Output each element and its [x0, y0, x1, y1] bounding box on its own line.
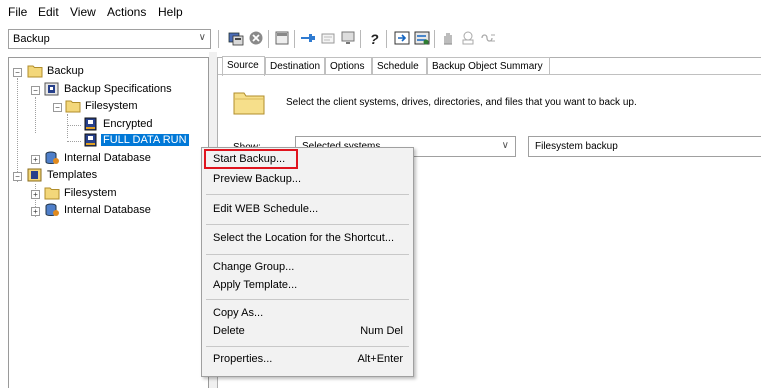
tree-node-encrypted[interactable]: Encrypted [9, 117, 208, 133]
tab-backup-object-summary[interactable]: Backup Object Summary [427, 57, 550, 75]
toolbar: ? [218, 26, 761, 52]
collapse-icon[interactable]: − [13, 172, 22, 181]
tree-node-templates[interactable]: − Templates [9, 168, 208, 184]
menu-view[interactable]: View [70, 5, 96, 19]
menu-separator [206, 254, 409, 255]
backup-spec-icon [84, 117, 97, 131]
chevron-down-icon: ∨ [501, 140, 509, 151]
tree-label-selected: FULL DATA RUN [101, 134, 189, 146]
chevron-down-icon: ∨ [198, 32, 206, 43]
tree-label: Filesystem [85, 100, 138, 112]
toolbar-separator [294, 30, 295, 48]
properties-shortcut: Alt+Enter [357, 353, 403, 365]
collapse-icon[interactable]: − [53, 103, 62, 112]
menu-item-change-group[interactable]: Change Group... [213, 261, 294, 273]
menu-item-delete[interactable]: Delete [213, 325, 245, 337]
folder-icon [27, 65, 43, 78]
tree-guide [67, 141, 81, 142]
menu-item-properties[interactable]: Properties... [213, 353, 272, 365]
monitor-icon[interactable] [340, 30, 356, 46]
backup-type-field[interactable]: Filesystem backup [528, 136, 761, 157]
backup-spec-icon [84, 133, 97, 147]
tree-node-full-data-run[interactable]: FULL DATA RUN [9, 133, 208, 149]
menu-item-edit-web-schedule[interactable]: Edit WEB Schedule... [213, 203, 318, 215]
panel-icon[interactable] [274, 30, 290, 46]
menu-item-copy-as[interactable]: Copy As... [213, 307, 263, 319]
toolbar-separator [434, 30, 435, 48]
menu-file[interactable]: File [8, 5, 27, 19]
menu-separator [206, 346, 409, 347]
menu-bar: File Edit View Actions Help [0, 0, 761, 24]
templates-icon [27, 168, 42, 182]
folder-icon [233, 92, 265, 115]
database-icon [45, 151, 59, 164]
tab-underline [218, 74, 761, 75]
pin-icon[interactable] [300, 30, 316, 46]
folder-icon [44, 187, 60, 200]
tab-source[interactable]: Source [222, 56, 265, 76]
backup-wizard-icon[interactable] [228, 30, 244, 46]
tree-label: Filesystem [64, 187, 117, 199]
tab-options[interactable]: Options [325, 57, 372, 75]
context-menu: Start Backup... Preview Backup... Edit W… [201, 147, 414, 377]
toolbar-separator [386, 30, 387, 48]
tree-node-backup[interactable]: − Backup [9, 64, 208, 80]
database-icon [45, 203, 59, 216]
results-icon[interactable] [320, 30, 336, 46]
context-combo-value: Backup [13, 33, 50, 45]
tree-label: Backup [47, 65, 84, 77]
svg-text:?: ? [370, 31, 379, 46]
tab-schedule[interactable]: Schedule [372, 57, 427, 75]
help-icon[interactable]: ? [366, 30, 382, 46]
menu-separator [206, 194, 409, 195]
collapse-icon[interactable]: − [13, 68, 22, 77]
source-description: Select the client systems, drives, direc… [286, 97, 637, 108]
tree-node-backup-specifications[interactable]: − Backup Specifications [9, 82, 208, 98]
menu-separator [206, 299, 409, 300]
delete-shortcut: Num Del [360, 325, 403, 337]
report-icon[interactable] [460, 30, 476, 46]
sync-all-icon[interactable] [414, 30, 430, 46]
highlight-box [204, 149, 298, 169]
menu-item-select-location[interactable]: Select the Location for the Shortcut... [213, 232, 394, 244]
context-combo[interactable]: Backup ∨ [8, 29, 211, 49]
expand-icon[interactable]: + [31, 155, 40, 164]
tab-destination[interactable]: Destination [265, 57, 325, 75]
expand-icon[interactable]: + [31, 190, 40, 199]
toolbar-separator [268, 30, 269, 48]
sync-icon[interactable] [394, 30, 410, 46]
stop-icon[interactable] [248, 30, 264, 46]
menu-item-preview-backup[interactable]: Preview Backup... [213, 173, 301, 185]
collapse-icon[interactable]: − [31, 86, 40, 95]
expand-icon[interactable]: + [31, 207, 40, 216]
backup-type-value: Filesystem backup [535, 141, 618, 152]
tree-node-templates-internal-database[interactable]: + Internal Database [9, 203, 208, 219]
object-tree: − Backup − Backup Specifications − Files… [8, 57, 209, 388]
tree-node-templates-filesystem[interactable]: + Filesystem [9, 186, 208, 202]
link-icon[interactable] [480, 30, 496, 46]
tree-node-internal-database[interactable]: + Internal Database [9, 151, 208, 167]
tree-node-filesystem[interactable]: − Filesystem [9, 99, 208, 115]
menu-help[interactable]: Help [158, 5, 183, 19]
toolbar-separator [360, 30, 361, 48]
menu-edit[interactable]: Edit [38, 5, 59, 19]
tree-label: Internal Database [64, 204, 151, 216]
tree-label: Templates [47, 169, 98, 181]
folder-icon [65, 100, 81, 113]
tree-label: Encrypted [103, 118, 153, 130]
menu-item-apply-template[interactable]: Apply Template... [213, 279, 297, 291]
tree-guide [67, 125, 81, 126]
menu-actions[interactable]: Actions [107, 5, 146, 19]
toolbar-separator [218, 30, 219, 48]
hand-icon[interactable] [440, 30, 456, 46]
menu-separator [206, 224, 409, 225]
tree-label: Backup Specifications [64, 83, 172, 95]
specification-icon [44, 82, 59, 96]
tree-label: Internal Database [64, 152, 151, 164]
